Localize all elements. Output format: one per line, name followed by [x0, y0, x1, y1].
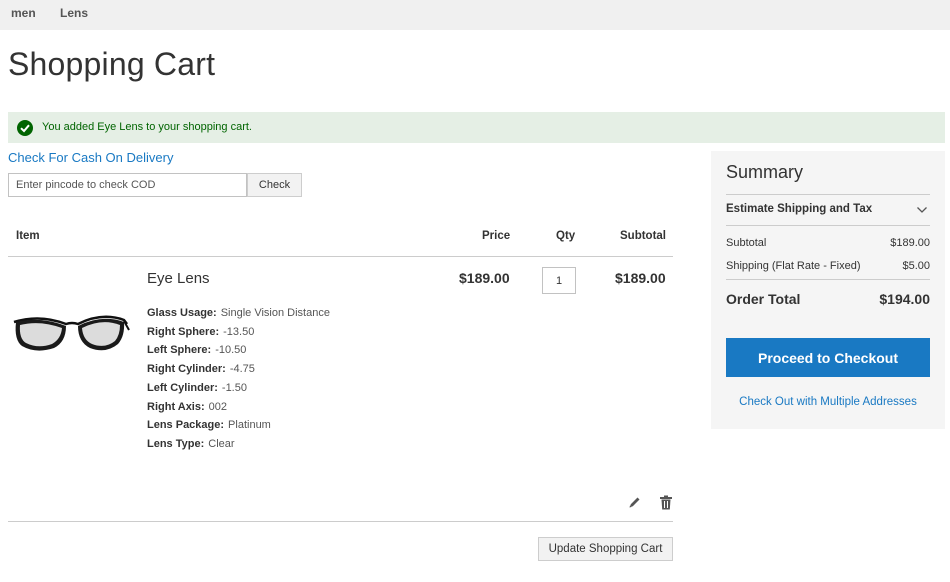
option-row: Glass Usage: Single Vision Distance — [147, 304, 330, 323]
option-value: -1.50 — [221, 381, 247, 394]
column-header-price: Price — [482, 230, 511, 242]
option-value: Platinum — [228, 419, 271, 432]
item-subtotal: $189.00 — [615, 270, 666, 286]
column-header-subtotal: Subtotal — [620, 230, 666, 242]
option-label: Right Cylinder: — [147, 363, 226, 376]
option-label: Left Sphere: — [147, 344, 212, 357]
option-value: -10.50 — [215, 344, 247, 357]
order-total-value: $194.00 — [879, 291, 930, 307]
item-price: $189.00 — [459, 270, 510, 286]
shipping-value: $5.00 — [902, 260, 930, 272]
multiple-addresses-link[interactable]: Check Out with Multiple Addresses — [711, 396, 945, 408]
option-label: Right Sphere: — [147, 325, 220, 338]
divider — [726, 225, 930, 226]
check-cod-button[interactable]: Check — [247, 173, 302, 197]
option-row: Left Sphere: -10.50 — [147, 341, 330, 360]
chevron-down-icon[interactable] — [916, 203, 928, 215]
option-label: Left Cylinder: — [147, 381, 218, 394]
option-row: Right Axis: 002 — [147, 398, 330, 417]
proceed-to-checkout-button[interactable]: Proceed to Checkout — [726, 338, 930, 377]
option-label: Lens Package: — [147, 419, 225, 432]
option-value: -13.50 — [223, 325, 255, 338]
success-message-text: You added Eye Lens to your shopping cart… — [42, 121, 252, 133]
order-total-label: Order Total — [726, 291, 801, 307]
qty-input[interactable] — [542, 267, 576, 294]
column-header-qty: Qty — [556, 230, 576, 242]
nav-item-lens[interactable]: Lens — [60, 6, 88, 20]
pincode-input[interactable] — [8, 173, 247, 197]
divider — [8, 256, 673, 257]
update-cart-button[interactable]: Update Shopping Cart — [538, 537, 673, 561]
option-row: Lens Package: Platinum — [147, 416, 330, 435]
subtotal-value: $189.00 — [890, 237, 930, 249]
option-row: Right Sphere: -13.50 — [147, 323, 330, 342]
divider — [726, 194, 930, 195]
top-nav: men Lens — [0, 0, 950, 30]
success-message: You added Eye Lens to your shopping cart… — [8, 112, 945, 143]
product-options: Glass Usage: Single Vision Distance Right… — [147, 304, 330, 454]
option-label: Right Axis: — [147, 400, 205, 413]
option-value: 002 — [208, 400, 228, 413]
option-value: -4.75 — [229, 363, 255, 376]
option-row: Lens Type: Clear — [147, 435, 330, 454]
estimate-shipping-toggle[interactable]: Estimate Shipping and Tax — [726, 203, 872, 215]
option-value: Single Vision Distance — [220, 307, 330, 319]
option-value: Clear — [208, 437, 235, 450]
pencil-icon[interactable] — [627, 495, 642, 510]
cod-link[interactable]: Check For Cash On Delivery — [8, 150, 173, 165]
divider — [8, 521, 673, 522]
page-title: Shopping Cart — [8, 46, 216, 82]
trash-icon[interactable] — [659, 495, 673, 510]
column-header-item: Item — [16, 230, 40, 242]
divider — [726, 279, 930, 280]
check-circle-icon — [17, 120, 33, 136]
shipping-label: Shipping (Flat Rate - Fixed) — [726, 260, 861, 272]
option-row: Left Cylinder: -1.50 — [147, 379, 330, 398]
subtotal-label: Subtotal — [726, 237, 767, 249]
summary-title: Summary — [726, 162, 804, 182]
option-label: Lens Type: — [147, 437, 205, 450]
option-label: Glass Usage: — [147, 307, 217, 319]
product-image-eyeglasses[interactable] — [10, 300, 130, 366]
option-row: Right Cylinder: -4.75 — [147, 360, 330, 379]
summary-panel: Summary Estimate Shipping and Tax Subtot… — [711, 151, 945, 429]
nav-item-men[interactable]: men — [11, 6, 36, 20]
product-name-link[interactable]: Eye Lens — [147, 270, 210, 287]
